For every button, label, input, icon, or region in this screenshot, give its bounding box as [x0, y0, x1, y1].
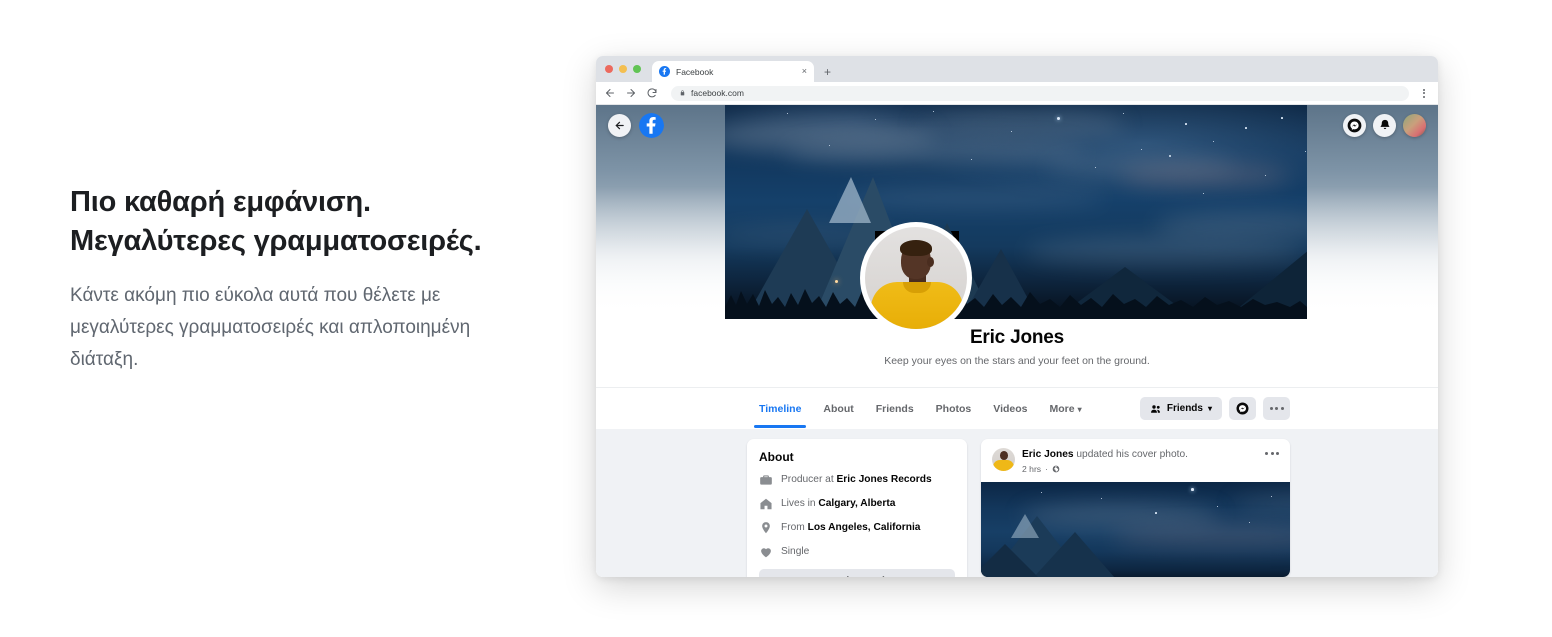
- page-root: Πιο καθαρή εμφάνιση. Μεγαλύτερες γραμματ…: [0, 0, 1552, 637]
- forward-arrow-icon[interactable]: [625, 87, 637, 99]
- post-story-text: Eric Jones updated his cover photo.: [1022, 448, 1258, 462]
- about-row-text: Producer at Eric Jones Records: [781, 473, 932, 487]
- notifications-button[interactable]: [1373, 113, 1396, 137]
- browser-tab-title: Facebook: [676, 66, 714, 77]
- nav-right-group: [1343, 113, 1426, 137]
- friends-status-button[interactable]: Friends ▾: [1139, 397, 1222, 420]
- messenger-icon: [1236, 402, 1249, 415]
- post-image[interactable]: [981, 482, 1290, 577]
- about-row-text: Lives in Calgary, Alberta: [781, 497, 895, 511]
- post-author-name[interactable]: Eric Jones: [1022, 449, 1074, 460]
- messenger-icon: [1347, 118, 1362, 132]
- about-card: About Producer at Eric Jones Records Liv…: [747, 439, 967, 577]
- lock-icon: [680, 90, 685, 96]
- facebook-favicon-icon: [659, 66, 670, 77]
- post-author-avatar[interactable]: [992, 448, 1015, 471]
- back-arrow-icon: [615, 121, 624, 129]
- about-card-title: About: [759, 450, 794, 464]
- post-meta: Eric Jones updated his cover photo. 2 hr…: [1022, 448, 1258, 474]
- about-from-prefix: From: [781, 522, 808, 533]
- address-bar[interactable]: facebook.com: [671, 85, 1409, 101]
- see-more-about-button[interactable]: See More About Eric Jones: [759, 569, 955, 577]
- reload-icon[interactable]: [646, 87, 658, 99]
- profile-picture[interactable]: [860, 222, 972, 334]
- friends-people-icon: [1150, 404, 1160, 413]
- profile-bio: Keep your eyes on the stars and your fee…: [884, 355, 1150, 367]
- account-avatar[interactable]: [1403, 113, 1426, 137]
- page-back-button[interactable]: [608, 113, 631, 137]
- more-options-button[interactable]: [1263, 397, 1290, 420]
- about-row-lives-in: Lives in Calgary, Alberta: [759, 497, 955, 511]
- tab-photos[interactable]: Photos: [925, 390, 983, 428]
- profile-content: About Producer at Eric Jones Records Liv…: [596, 429, 1438, 577]
- post-action-text: updated his cover photo.: [1073, 449, 1188, 460]
- location-pin-icon: [762, 522, 770, 534]
- cover-treeline: [725, 289, 1307, 319]
- browser-toolbar: facebook.com: [596, 82, 1438, 105]
- url-text: facebook.com: [691, 88, 744, 98]
- nav-left-group: [608, 112, 664, 138]
- browser-window: Facebook × + facebook.com Eric Jones Kee…: [596, 56, 1438, 577]
- message-button[interactable]: [1229, 397, 1256, 420]
- maximize-window-button[interactable]: [633, 65, 641, 73]
- bell-icon: [1380, 119, 1389, 130]
- about-row-text: Single: [781, 545, 809, 559]
- browser-tab[interactable]: Facebook ×: [652, 61, 814, 82]
- promo-block: Πιο καθαρή εμφάνιση. Μεγαλύτερες γραμματ…: [70, 183, 510, 376]
- about-row-relationship: Single: [759, 545, 955, 559]
- browser-tab-strip: Facebook × +: [596, 56, 1438, 82]
- new-tab-button[interactable]: +: [824, 66, 831, 78]
- profile-name-block: Eric Jones Keep your eyes on the stars a…: [596, 327, 1438, 367]
- facebook-page: Eric Jones Keep your eyes on the stars a…: [596, 105, 1438, 577]
- post-separator: ·: [1045, 464, 1048, 474]
- close-tab-button[interactable]: ×: [802, 67, 807, 76]
- heart-icon: [761, 548, 771, 558]
- post-card: Eric Jones updated his cover photo. 2 hr…: [981, 439, 1290, 577]
- tab-about[interactable]: About: [812, 390, 864, 428]
- about-row-text: From Los Angeles, California: [781, 521, 920, 535]
- promo-body: Κάντε ακόμη πιο εύκολα αυτά που θέλετε μ…: [70, 285, 471, 370]
- messenger-button[interactable]: [1343, 113, 1366, 137]
- tab-timeline[interactable]: Timeline: [748, 390, 812, 428]
- ellipsis-icon: [1269, 407, 1284, 410]
- window-controls: [605, 56, 652, 82]
- about-relationship-value: Single: [781, 546, 810, 557]
- globe-icon: [1052, 465, 1060, 473]
- promo-title: Πιο καθαρή εμφάνιση. Μεγαλύτερες γραμματ…: [70, 186, 482, 257]
- post-subline: 2 hrs ·: [1022, 464, 1258, 474]
- facebook-logo-icon[interactable]: [639, 112, 664, 138]
- post-menu-button[interactable]: [1265, 448, 1279, 455]
- about-lives-prefix: Lives in: [781, 498, 819, 509]
- about-work-value[interactable]: Eric Jones Records: [837, 474, 932, 485]
- about-row-work: Producer at Eric Jones Records: [759, 473, 955, 487]
- facebook-top-nav: [596, 105, 1438, 145]
- chevron-down-icon: ▾: [1207, 404, 1212, 413]
- about-row-from: From Los Angeles, California: [759, 521, 955, 535]
- about-work-prefix: Producer at: [781, 474, 837, 485]
- home-icon: [760, 498, 772, 510]
- about-lives-value[interactable]: Calgary, Alberta: [818, 498, 895, 509]
- tab-more[interactable]: More ▾: [1039, 390, 1093, 428]
- briefcase-icon: [760, 475, 772, 485]
- back-arrow-icon[interactable]: [604, 87, 616, 99]
- tab-more-label: More: [1049, 402, 1075, 415]
- browser-menu-button[interactable]: [1418, 88, 1430, 98]
- profile-tab-bar: Timeline About Friends Photos Videos Mor…: [596, 387, 1438, 429]
- page-title: Eric Jones: [969, 327, 1065, 348]
- post-timestamp[interactable]: 2 hrs: [1022, 464, 1041, 474]
- post-header: Eric Jones updated his cover photo. 2 hr…: [981, 439, 1290, 482]
- minimize-window-button[interactable]: [619, 65, 627, 73]
- friends-status-label: Friends: [1166, 403, 1203, 414]
- tab-friends[interactable]: Friends: [865, 390, 925, 428]
- chevron-down-icon: ▾: [1077, 404, 1082, 414]
- close-window-button[interactable]: [605, 65, 613, 73]
- tab-videos[interactable]: Videos: [982, 390, 1038, 428]
- about-from-value[interactable]: Los Angeles, California: [808, 522, 921, 533]
